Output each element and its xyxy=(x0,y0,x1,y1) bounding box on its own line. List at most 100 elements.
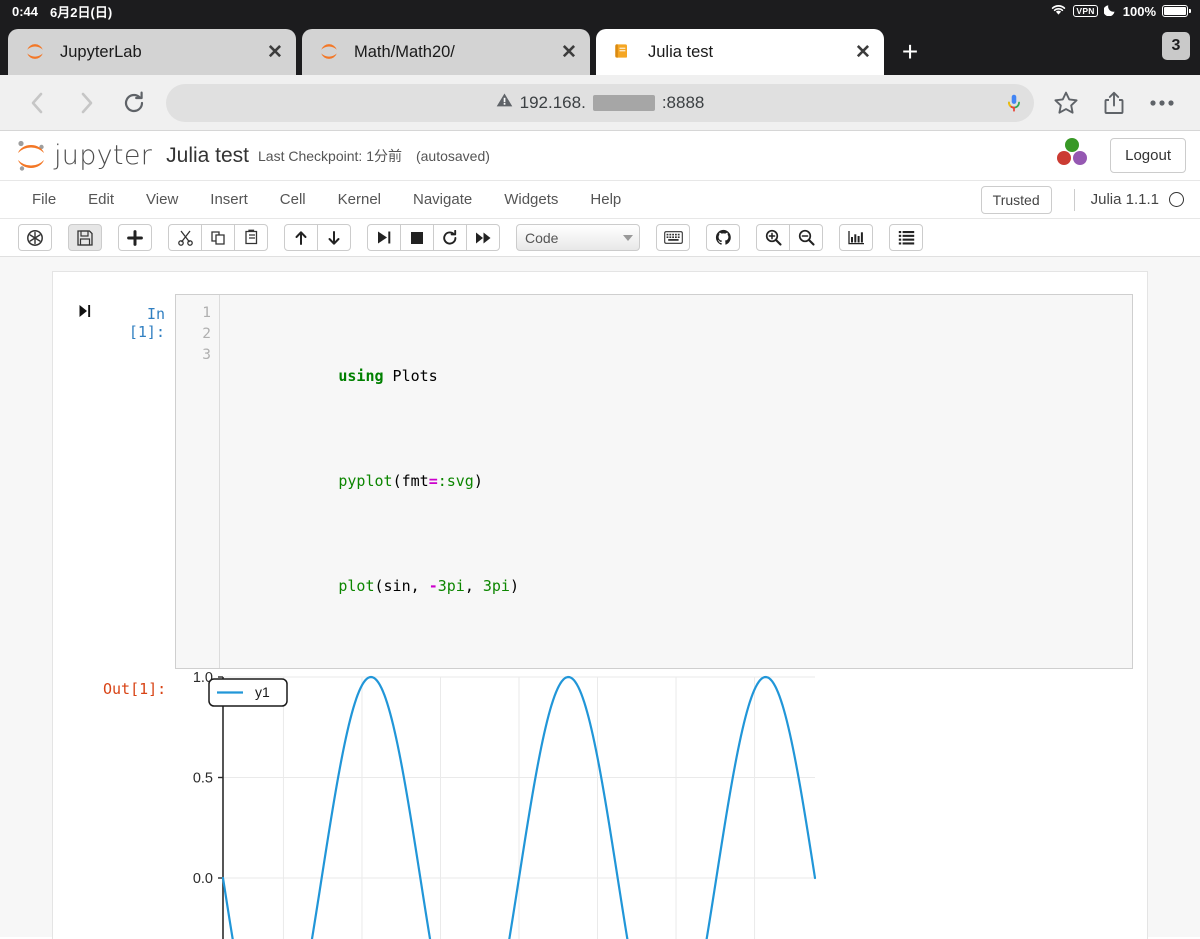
tab-title: Julia test xyxy=(648,42,714,61)
paste-cell-button[interactable] xyxy=(234,224,268,251)
browser-tab-2[interactable]: Math/Math20/ ✕ xyxy=(302,29,590,75)
tab-count-badge[interactable]: 3 xyxy=(1162,32,1190,60)
save-button[interactable] xyxy=(68,224,102,251)
token-number: 3pi xyxy=(437,577,465,595)
move-cell-up-button[interactable] xyxy=(284,224,318,251)
menu-navigate[interactable]: Navigate xyxy=(397,191,488,208)
menu-cell[interactable]: Cell xyxy=(264,191,322,208)
not-secure-icon xyxy=(496,92,513,113)
wifi-icon xyxy=(1050,3,1067,19)
more-options-button[interactable] xyxy=(1138,83,1186,123)
keyboard-shortcuts-button[interactable] xyxy=(656,224,690,251)
menu-insert[interactable]: Insert xyxy=(194,191,264,208)
token-plain: , xyxy=(464,577,483,595)
chevron-down-icon xyxy=(623,234,633,241)
redacted-url-segment xyxy=(592,94,655,111)
toolbar-group-github xyxy=(706,224,740,251)
battery-percent: 100% xyxy=(1122,3,1156,19)
token-plain: ) xyxy=(509,577,519,595)
line-number-gutter: 1 2 3 xyxy=(176,295,220,668)
toolbar-group-save xyxy=(68,224,102,251)
copy-cell-button[interactable] xyxy=(201,224,235,251)
cell-type-select[interactable]: Code xyxy=(516,224,640,251)
trusted-badge[interactable]: Trusted xyxy=(980,185,1052,214)
close-icon[interactable]: ✕ xyxy=(852,41,874,63)
jupyter-favicon xyxy=(318,41,340,63)
zoom-out-button[interactable] xyxy=(789,224,823,251)
jupyter-toolbar: Code xyxy=(0,219,1200,257)
github-button[interactable] xyxy=(706,224,740,251)
toolbar-group-move xyxy=(284,224,351,251)
toolbar-group-insert xyxy=(118,224,152,251)
cell-output-row: Out[1]: -7.5-5.0-2.50.02.55.07.51.00.50.… xyxy=(53,669,1147,939)
command-palette-button[interactable] xyxy=(18,224,52,251)
legend: y1 xyxy=(208,678,288,707)
toolbar-group-zoom xyxy=(756,224,823,251)
code-line-3: plot(sin, -3pi, 3pi) xyxy=(230,555,1122,618)
close-icon[interactable]: ✕ xyxy=(558,41,580,63)
checkpoint-label: Last Checkpoint: 1分前 xyxy=(258,147,402,164)
move-cell-down-button[interactable] xyxy=(317,224,351,251)
address-bar[interactable]: 192.168. :8888 xyxy=(166,83,1034,122)
back-button[interactable] xyxy=(14,83,62,123)
menu-file[interactable]: File xyxy=(16,191,72,208)
url-suffix: :8888 xyxy=(661,92,705,112)
code-editor[interactable]: 1 2 3 using Plots pyplot(fmt=:svg) plot(… xyxy=(175,294,1133,669)
forward-button[interactable] xyxy=(62,83,110,123)
bookmark-button[interactable] xyxy=(1042,83,1090,123)
y-tick-label: 0.5 xyxy=(193,771,213,787)
code-text[interactable]: using Plots pyplot(fmt=:svg) plot(sin, -… xyxy=(220,295,1132,668)
reload-button[interactable] xyxy=(110,83,158,123)
browser-tab-strip: JupyterLab ✕ Math/Math20/ ✕ Julia test ✕… xyxy=(0,22,1200,75)
toolbar-group-palette xyxy=(18,224,52,251)
battery-icon xyxy=(1162,5,1191,17)
tab-title: Math/Math20/ xyxy=(354,42,455,61)
line-number: 1 xyxy=(202,305,211,321)
menu-view[interactable]: View xyxy=(130,191,194,208)
token-symbol: :svg xyxy=(437,472,474,490)
token-number: 3pi xyxy=(482,577,510,595)
sine-plot: -7.5-5.0-2.50.02.55.07.51.00.50.0-0.5-1.… xyxy=(193,670,817,939)
restart-kernel-button[interactable] xyxy=(433,224,467,251)
close-icon[interactable]: ✕ xyxy=(264,41,286,63)
interrupt-kernel-button[interactable] xyxy=(400,224,434,251)
cut-cell-button[interactable] xyxy=(168,224,202,251)
zoom-in-button[interactable] xyxy=(756,224,790,251)
status-time: 0:44 xyxy=(12,3,39,19)
restart-and-run-all-button[interactable] xyxy=(466,224,500,251)
menu-kernel[interactable]: Kernel xyxy=(322,191,397,208)
jupyter-favicon xyxy=(24,41,46,63)
token-plain: Plots xyxy=(383,367,438,385)
browser-tab-1[interactable]: JupyterLab ✕ xyxy=(8,29,296,75)
jupyter-logo[interactable]: jupyter xyxy=(14,138,152,174)
menu-edit[interactable]: Edit xyxy=(72,191,130,208)
new-tab-button[interactable]: + xyxy=(890,29,930,75)
token-operator: - xyxy=(428,577,438,595)
token-function: pyplot xyxy=(338,472,393,490)
browser-tab-3[interactable]: Julia test ✕ xyxy=(596,29,884,75)
voice-search-button[interactable] xyxy=(998,87,1030,119)
logout-button[interactable]: Logout xyxy=(1110,138,1186,173)
kernel-name-label: Julia 1.1.1 xyxy=(1090,191,1159,208)
status-date: 6月2日(日) xyxy=(50,4,113,20)
code-cell-1[interactable]: In [1]: 1 2 3 using Plots pyplot(fmt=:sv… xyxy=(53,288,1147,669)
jupyter-menu-bar: File Edit View Insert Cell Kernel Naviga… xyxy=(0,181,1200,219)
toc-button[interactable] xyxy=(889,224,923,251)
share-button[interactable] xyxy=(1090,83,1138,123)
insert-cell-below-button[interactable] xyxy=(118,224,152,251)
chart-button[interactable] xyxy=(839,224,873,251)
notebook-page: In [1]: 1 2 3 using Plots pyplot(fmt=:sv… xyxy=(52,271,1148,939)
julia-logo xyxy=(1052,133,1092,178)
run-this-cell-icon[interactable] xyxy=(67,294,103,669)
url-prefix: 192.168. xyxy=(519,92,586,112)
notebook-name[interactable]: Julia test xyxy=(166,144,249,168)
divider xyxy=(1073,188,1075,211)
toolbar-group-run xyxy=(367,224,500,251)
menu-help[interactable]: Help xyxy=(574,191,637,208)
token-plain: (sin, xyxy=(374,577,429,595)
run-cell-button[interactable] xyxy=(367,224,401,251)
notebook-scroll-area: In [1]: 1 2 3 using Plots pyplot(fmt=:sv… xyxy=(0,257,1200,939)
menu-widgets[interactable]: Widgets xyxy=(488,191,574,208)
vpn-badge: VPN xyxy=(1073,5,1098,17)
